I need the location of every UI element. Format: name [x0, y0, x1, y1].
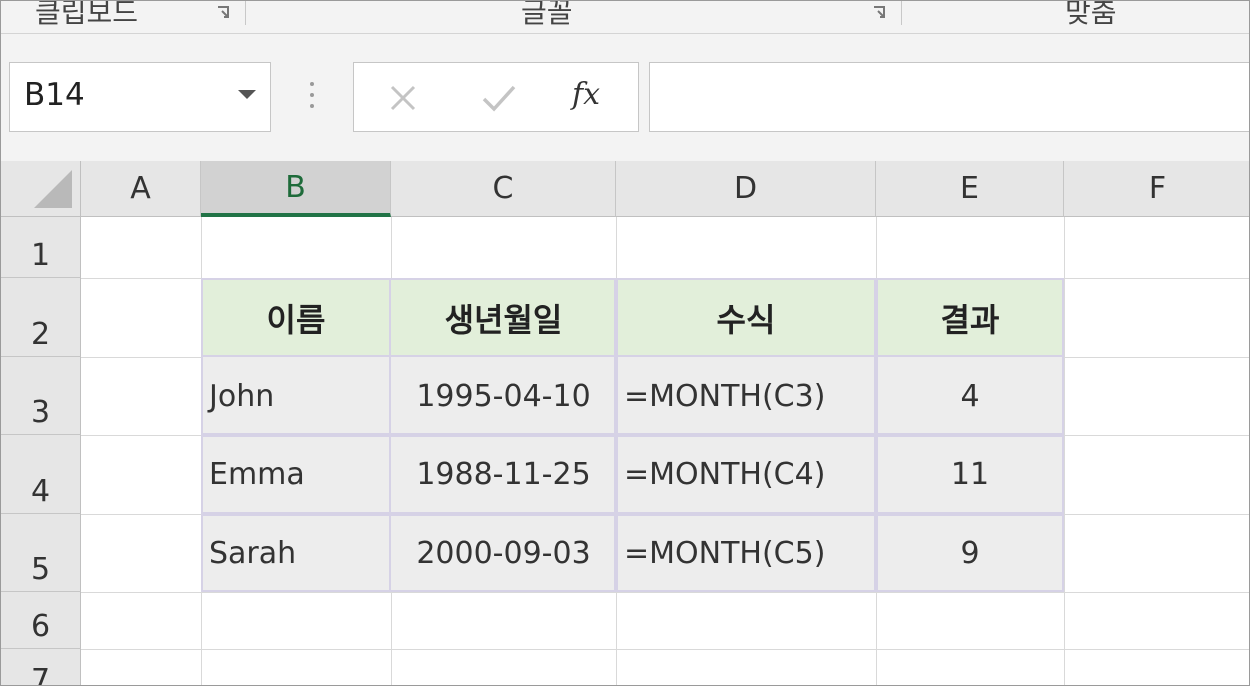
table-cell-name[interactable]: John	[201, 357, 391, 435]
ribbon-group-labels: 클립보드 글꼴 맞춤	[1, 0, 1249, 34]
table-cell-name[interactable]: Emma	[201, 435, 391, 514]
enter-checkmark-icon[interactable]	[474, 73, 524, 123]
table-cell-birthdate[interactable]: 1988-11-25	[391, 435, 616, 514]
gridline	[81, 649, 1249, 650]
ribbon-group-clipboard: 클립보드	[35, 0, 139, 29]
row-header-7[interactable]: 7	[1, 649, 81, 685]
column-header-c[interactable]: C	[391, 161, 616, 217]
clipboard-dialog-launcher-icon[interactable]	[215, 4, 233, 22]
spreadsheet-grid: A B C D E F 1 2 3 4 5 6 7 이름 생년월일 수식 결과 …	[1, 161, 1249, 685]
row-header-1[interactable]: 1	[1, 217, 81, 278]
table-cell-formula[interactable]: =MONTH(C5)	[616, 514, 876, 592]
formula-input[interactable]	[649, 62, 1249, 132]
table-cell-result[interactable]: 9	[876, 514, 1064, 592]
table-cell-birthdate[interactable]: 2000-09-03	[391, 514, 616, 592]
ribbon-group-alignment: 맞춤	[1065, 0, 1117, 29]
table-header-cell[interactable]: 생년월일	[391, 278, 616, 357]
table-header-cell[interactable]: 수식	[616, 278, 876, 357]
name-box[interactable]: B14	[9, 62, 271, 132]
name-box-value: B14	[24, 77, 85, 113]
font-dialog-launcher-icon[interactable]	[871, 4, 889, 22]
formula-bar-row: B14 fx	[1, 34, 1249, 161]
column-header-a[interactable]: A	[81, 161, 201, 217]
insert-function-fx-icon[interactable]: fx	[572, 77, 600, 112]
row-header-4[interactable]: 4	[1, 435, 81, 514]
row-header-3[interactable]: 3	[1, 357, 81, 435]
ribbon-group-font: 글꼴	[521, 0, 573, 29]
table-cell-name[interactable]: Sarah	[201, 514, 391, 592]
ribbon-separator	[245, 1, 246, 25]
column-header-e[interactable]: E	[876, 161, 1064, 217]
gridline	[1064, 217, 1065, 685]
formula-buttons: fx	[353, 62, 639, 132]
chevron-down-icon[interactable]	[238, 90, 256, 99]
table-cell-birthdate[interactable]: 1995-04-10	[391, 357, 616, 435]
table-cell-formula[interactable]: =MONTH(C3)	[616, 357, 876, 435]
column-header-b[interactable]: B	[201, 161, 391, 217]
column-header-f[interactable]: F	[1064, 161, 1249, 217]
gridline	[81, 592, 1249, 593]
table-cell-result[interactable]: 11	[876, 435, 1064, 514]
resize-handle-icon[interactable]	[305, 82, 319, 112]
select-all-button[interactable]	[1, 161, 81, 217]
ribbon-separator	[901, 1, 902, 25]
table-header-cell[interactable]: 이름	[201, 278, 391, 357]
column-header-d[interactable]: D	[616, 161, 876, 217]
excel-window: 클립보드 글꼴 맞춤 B14 fx A B C D E F 1 2 3 4 5 …	[0, 0, 1250, 686]
select-all-triangle-icon	[34, 170, 72, 208]
row-header-6[interactable]: 6	[1, 592, 81, 649]
row-header-5[interactable]: 5	[1, 514, 81, 592]
table-cell-formula[interactable]: =MONTH(C4)	[616, 435, 876, 514]
cancel-x-icon[interactable]	[378, 73, 428, 123]
table-header-cell[interactable]: 결과	[876, 278, 1064, 357]
row-header-2[interactable]: 2	[1, 278, 81, 357]
table-cell-result[interactable]: 4	[876, 357, 1064, 435]
